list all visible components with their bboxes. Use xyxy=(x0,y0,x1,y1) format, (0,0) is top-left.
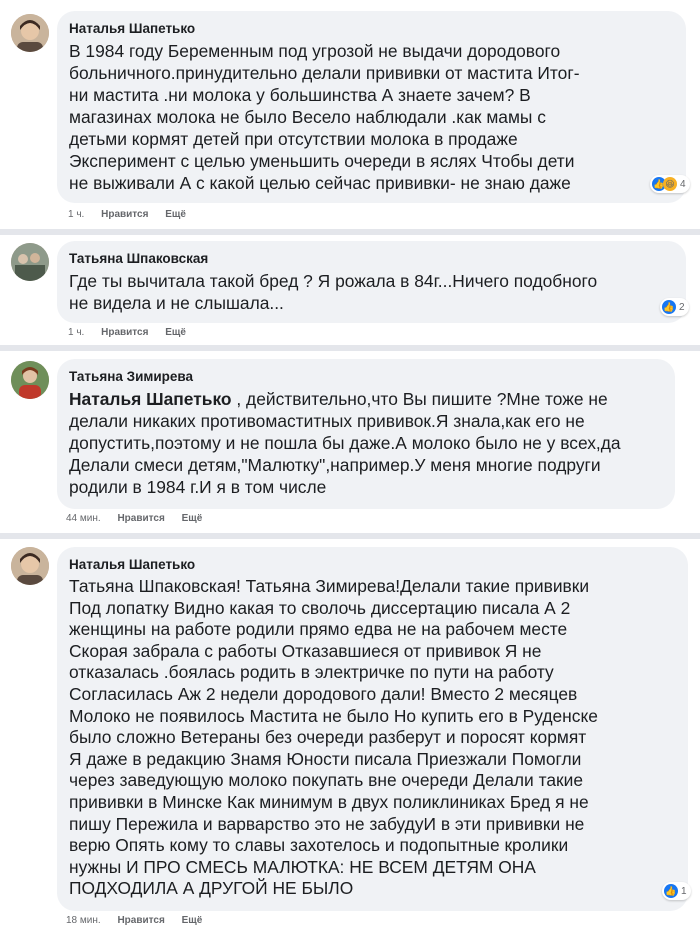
text-line: Я даже в редакцию Знамя Юности писала Пр… xyxy=(69,748,582,769)
comment-bubble: Татьяна Шпаковская Где ты вычитала такой… xyxy=(57,241,686,323)
reaction-count: 4 xyxy=(680,178,686,190)
comment-meta: 18 мин. Нравится Ещё xyxy=(66,915,216,926)
mention-link[interactable]: Наталья Шапетько xyxy=(69,389,232,409)
avatar[interactable] xyxy=(11,547,49,585)
text-line: детьми кормят детей при отсутствии молок… xyxy=(69,129,518,149)
text-line: В 1984 году Беременным под угрозой не вы… xyxy=(69,41,561,61)
text-line: отказалась .боялась родить в электричке … xyxy=(69,662,554,683)
text-line: родили в 1984 г.И я в том числе xyxy=(69,477,327,497)
text-line: допустить,поэтому и не пошла бы даже.А м… xyxy=(69,433,621,453)
avatar[interactable] xyxy=(11,14,49,52)
avatar[interactable] xyxy=(11,243,49,281)
reaction-count: 1 xyxy=(681,885,687,897)
text-line: было сложно Ветераны без очереди разберу… xyxy=(69,727,587,748)
like-reaction-icon: 👍 xyxy=(662,300,676,314)
comment-text: В 1984 году Беременным под угрозой не вы… xyxy=(69,40,674,194)
text-line: нужны И ПРО СМЕСЬ МАЛЮТКА: НЕ ВСЕМ ДЕТЯМ… xyxy=(69,856,536,877)
text-line: Где ты вычитала такой бред ? Я рожала в … xyxy=(69,271,598,291)
text-line: Согласилась Аж 2 недели дородового дали!… xyxy=(69,683,578,704)
text-line: делали никаких противомаститных прививок… xyxy=(69,411,585,431)
text-line: пишу Пережила и варварство это не забуду… xyxy=(69,813,585,834)
text-line: магазинах молока не было Весело наблюдал… xyxy=(69,107,546,127)
text-line: прививки в Минске Как минимум в двух пол… xyxy=(69,791,589,812)
like-reaction-icon: 👍 xyxy=(664,884,678,898)
comment-time[interactable]: 1 ч. xyxy=(68,327,84,338)
reaction-summary[interactable]: 👍 😆 4 xyxy=(650,175,690,193)
text-line: верю Опять кому то славы захотелось и по… xyxy=(69,835,569,856)
more-button[interactable]: Ещё xyxy=(182,513,203,524)
comment-1: Наталья Шапетько В 1984 году Беременным … xyxy=(0,0,700,232)
text-line: Наталья Шапетько , действительно,что Вы … xyxy=(69,388,663,410)
text-line: не видела и не слышала... xyxy=(69,293,284,313)
text-line: через заведующую молоко покупать вне оче… xyxy=(69,770,583,791)
comment-text: Татьяна Шпаковская! Татьяна Зимирева!Дел… xyxy=(69,576,676,900)
like-button[interactable]: Нравится xyxy=(117,513,164,524)
comment-meta: 44 мин. Нравится Ещё xyxy=(66,513,216,524)
comment-text: Где ты вычитала такой бред ? Я рожала в … xyxy=(69,270,674,314)
text-line: ПОДХОДИЛА А ДРУГОЙ НЕ БЫЛО xyxy=(69,878,354,899)
comment-time[interactable]: 18 мин. xyxy=(66,915,101,926)
text-line: не выживали А с какой целью сейчас приви… xyxy=(69,173,571,193)
text-line: ни мастита .ни молока у большинства А зн… xyxy=(69,85,531,105)
comment-author[interactable]: Наталья Шапетько xyxy=(69,21,674,36)
haha-reaction-icon: 😆 xyxy=(663,177,677,191)
reaction-count: 2 xyxy=(679,301,685,313)
like-button[interactable]: Нравится xyxy=(101,327,148,338)
more-button[interactable]: Ещё xyxy=(182,915,203,926)
text-line: женщины на работе родили прямо едва не н… xyxy=(69,619,568,640)
more-button[interactable]: Ещё xyxy=(165,209,186,220)
text-line: Татьяна Шпаковская! Татьяна Зимирева!Дел… xyxy=(69,576,590,596)
text-line: Под лопатку Видно какая то сволочь диссе… xyxy=(69,597,571,618)
comment-author[interactable]: Татьяна Зимирева xyxy=(69,369,663,384)
like-button[interactable]: Нравится xyxy=(101,209,148,220)
text-line: Скорая забрала с работы Отказавшиеся от … xyxy=(69,640,542,661)
like-button[interactable]: Нравится xyxy=(117,915,164,926)
comment-time[interactable]: 44 мин. xyxy=(66,513,101,524)
reaction-summary[interactable]: 👍 1 xyxy=(662,882,691,900)
comment-4: Наталья Шапетько Татьяна Шпаковская! Тат… xyxy=(0,539,700,931)
comment-meta: 1 ч. Нравится Ещё xyxy=(68,209,200,220)
text-line: Эксперимент с целью уменьшить очереди в … xyxy=(69,151,575,171)
reaction-summary[interactable]: 👍 2 xyxy=(660,298,689,316)
text-line: больничного.принудительно делали прививк… xyxy=(69,63,580,83)
comment-3: Татьяна Зимирева Наталья Шапетько , дейс… xyxy=(0,351,700,533)
avatar[interactable] xyxy=(11,361,49,399)
comment-bubble: Наталья Шапетько Татьяна Шпаковская! Тат… xyxy=(57,547,688,911)
comment-bubble: Наталья Шапетько В 1984 году Беременным … xyxy=(57,11,686,203)
comment-2: Татьяна Шпаковская Где ты вычитала такой… xyxy=(0,235,700,345)
more-button[interactable]: Ещё xyxy=(165,327,186,338)
comment-text: Наталья Шапетько , действительно,что Вы … xyxy=(69,388,663,498)
comment-bubble: Татьяна Зимирева Наталья Шапетько , дейс… xyxy=(57,359,675,509)
text-fragment: , действительно,что Вы пишите ?Мне тоже … xyxy=(231,389,608,409)
text-line: Делали смеси детям,"Малютку",например.У … xyxy=(69,455,601,475)
comment-author[interactable]: Татьяна Шпаковская xyxy=(69,251,674,266)
text-line: Молоко не появилось Мастита не было Но к… xyxy=(69,705,598,726)
comment-time[interactable]: 1 ч. xyxy=(68,209,84,220)
comment-author[interactable]: Наталья Шапетько xyxy=(69,557,676,572)
comment-meta: 1 ч. Нравится Ещё xyxy=(68,327,200,338)
